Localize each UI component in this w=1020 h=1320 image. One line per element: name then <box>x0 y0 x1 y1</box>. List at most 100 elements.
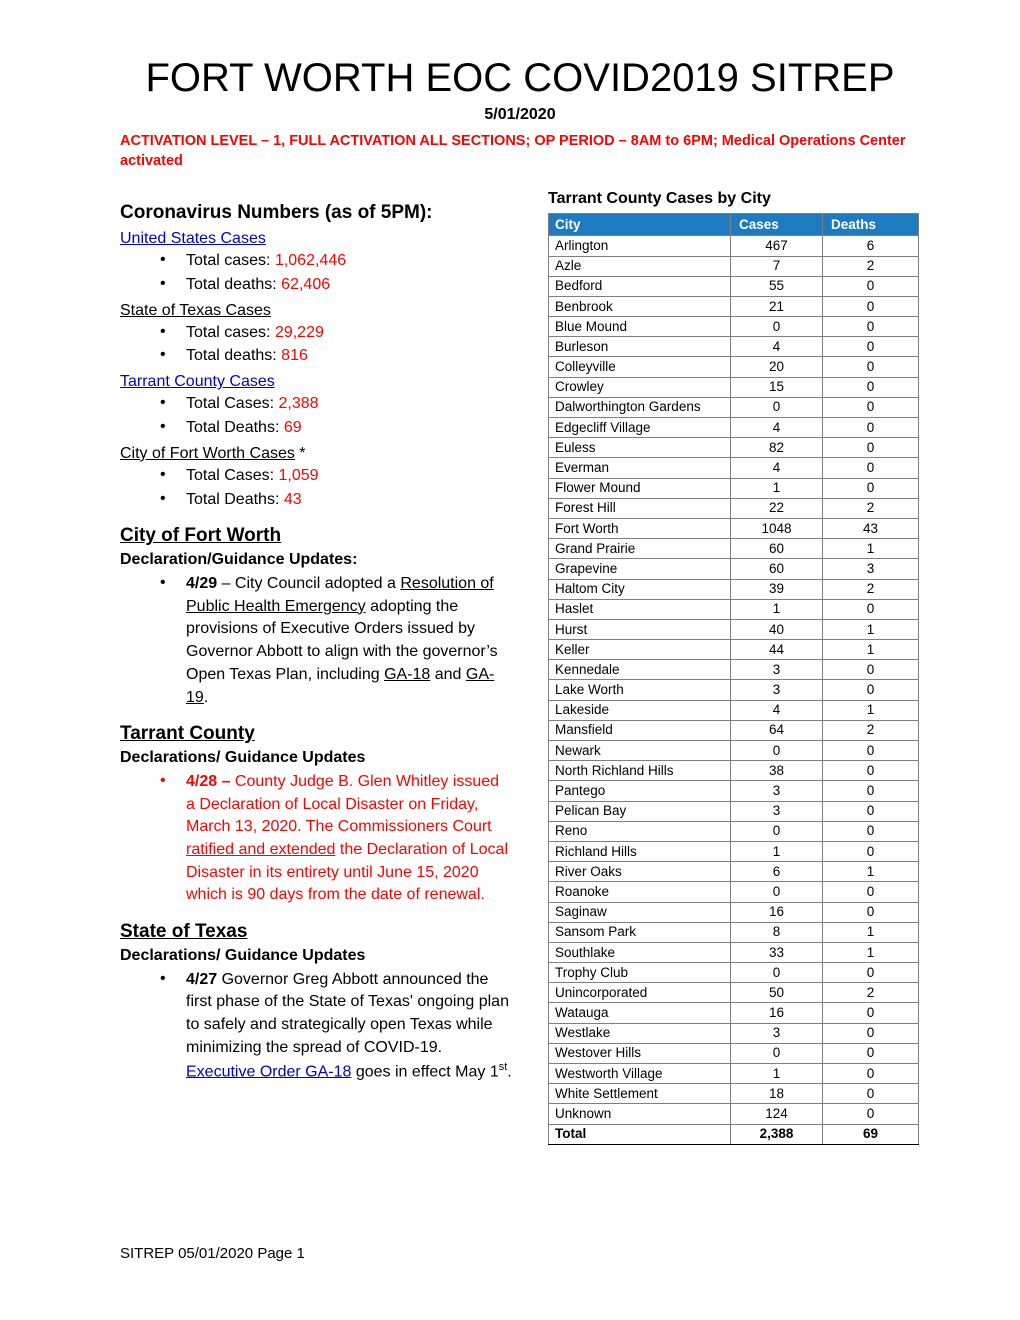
cell-cases: 3 <box>730 800 823 822</box>
stat-group-united-states: United States Cases Total cases: 1,062,4… <box>120 226 512 297</box>
united-states-cases-link[interactable]: United States Cases <box>120 227 266 250</box>
cell-deaths: 0 <box>822 820 919 842</box>
cell-cases: 1 <box>730 1062 823 1085</box>
stat-value: 816 <box>281 347 308 365</box>
stat-label: Total cases: <box>186 252 275 270</box>
cell-city: Bedford <box>548 275 731 297</box>
table-row-total: Total 2,388 69 <box>548 1123 919 1145</box>
cell-cases: 1048 <box>730 517 823 540</box>
section-heading-city-of-fort-worth: City of Fort Worth <box>120 525 282 547</box>
table-row: Haltom City 39 2 <box>548 578 919 600</box>
table-row: Watauga 16 0 <box>548 1002 919 1024</box>
cell-deaths: 0 <box>822 356 919 378</box>
cell-deaths: 0 <box>822 780 919 802</box>
table-row: River Oaks 6 1 <box>548 861 919 883</box>
update-date: 4/27 <box>186 970 218 988</box>
table-row: White Settlement 18 0 <box>548 1083 919 1105</box>
cell-deaths: 0 <box>822 336 919 358</box>
tarrant-county-stats: Total Cases: 2,388 Total Deaths: 69 <box>120 392 512 439</box>
table-row: Westlake 3 0 <box>548 1022 919 1044</box>
cell-city: Trophy Club <box>548 962 731 984</box>
cell-cases: 44 <box>730 639 823 661</box>
cell-cases: 33 <box>730 941 823 964</box>
cell-cases: 39 <box>730 578 823 600</box>
cell-cases: 16 <box>730 901 823 923</box>
table-row: Euless 82 0 <box>548 437 919 459</box>
cell-deaths: 1 <box>822 639 919 661</box>
cell-cases: 0 <box>730 1042 823 1065</box>
cell-deaths: 0 <box>822 396 919 419</box>
cell-city: Total <box>548 1123 731 1145</box>
column-header-city: City <box>548 213 731 237</box>
cell-deaths: 0 <box>822 316 919 338</box>
table-row: Trophy Club 0 0 <box>548 962 919 984</box>
table-row: Pantego 3 0 <box>548 780 919 802</box>
cell-city: Lakeside <box>548 699 731 721</box>
cell-deaths: 1 <box>822 861 919 883</box>
asterisk-marker: * <box>294 444 306 462</box>
state-of-texas-stats: Total cases: 29,229 Total deaths: 816 <box>120 321 512 368</box>
tarrant-county-cases-table: City Cases Deaths Arlington 467 6 Azle 7 2 Bed… <box>548 213 919 1145</box>
cell-cases: 4 <box>730 699 823 721</box>
cell-cases: 6 <box>730 861 823 883</box>
cell-city: Grapevine <box>548 558 731 580</box>
table-row: Everman 4 0 <box>548 457 919 479</box>
document-page: FORT WORTH EOC COVID2019 SITREP 5/01/202… <box>0 0 1020 1320</box>
cell-city: Azle <box>548 255 731 277</box>
cell-city: Flower Mound <box>548 477 731 499</box>
ga-18-link[interactable]: GA-18 <box>384 666 430 683</box>
table-row: Unknown 124 0 <box>548 1103 919 1125</box>
executive-order-ga-18-link[interactable]: Executive Order GA-18 <box>186 1063 351 1080</box>
page-title: FORT WORTH EOC COVID2019 SITREP <box>145 56 895 100</box>
cell-cases: 3 <box>730 679 823 701</box>
table-row: Richland Hills 1 0 <box>548 840 919 863</box>
cell-cases: 2,388 <box>730 1123 823 1145</box>
cell-deaths: 2 <box>822 719 919 742</box>
section-heading-tarrant-county: Tarrant County <box>120 723 255 745</box>
stat-value: 2,388 <box>278 395 319 413</box>
tarrant-county-cases-link[interactable]: Tarrant County Cases <box>120 370 275 393</box>
cell-city: Pantego <box>548 780 731 802</box>
table-row: North Richland Hills 38 0 <box>548 760 919 782</box>
cell-cases: 82 <box>730 437 823 459</box>
ratified-extended-text: ratified and extended <box>186 840 336 858</box>
table-row: Burleson 4 0 <box>548 336 919 358</box>
cell-city: Burleson <box>548 336 731 358</box>
cell-deaths: 1 <box>822 941 919 964</box>
stat-value: 43 <box>283 490 302 508</box>
list-item: Total deaths: 62,406 <box>120 273 512 297</box>
stat-label: Total deaths: <box>186 275 282 293</box>
cell-deaths: 2 <box>822 255 919 277</box>
cell-cases: 21 <box>730 295 823 318</box>
section-heading-state-of-texas: State of Texas <box>120 921 248 943</box>
united-states-stats: Total cases: 1,062,446 Total deaths: 62,… <box>120 249 512 297</box>
cell-city: Haslet <box>548 598 731 620</box>
cell-city: Fort Worth <box>548 517 731 540</box>
table-row: Dalworthington Gardens 0 0 <box>548 396 919 419</box>
list-item: 4/29 – City Council adopted a Resolution… <box>120 572 512 709</box>
table-row: Forest Hill 22 2 <box>548 497 919 519</box>
report-date: 5/01/2020 <box>484 106 556 123</box>
cell-cases: 8 <box>730 921 823 943</box>
cell-cases: 16 <box>730 1002 823 1024</box>
cell-city: Arlington <box>548 235 731 257</box>
cell-deaths: 0 <box>822 962 919 984</box>
update-text: Governor Greg Abbott announced the first… <box>186 970 509 1056</box>
update-text: . <box>203 688 209 706</box>
list-item: Total Cases: 2,388 <box>120 392 512 416</box>
cell-city: Edgecliff Village <box>548 416 731 439</box>
table-row: Blue Mound 0 0 <box>548 316 919 338</box>
cell-cases: 55 <box>730 275 823 297</box>
table-row: Lakeside 4 1 <box>548 699 919 721</box>
cell-city: Westworth Village <box>548 1062 731 1085</box>
cell-city: Pelican Bay <box>548 800 731 822</box>
list-item: Total cases: 1,062,446 <box>120 249 512 273</box>
cell-cases: 0 <box>730 396 823 419</box>
cell-city: White Settlement <box>548 1083 731 1105</box>
cell-deaths: 3 <box>822 558 919 580</box>
cell-city: Kennedale <box>548 659 731 681</box>
cell-city: North Richland Hills <box>548 760 731 782</box>
stat-value: 69 <box>283 419 302 437</box>
cell-city: Lake Worth <box>548 679 731 701</box>
county-declaration-subheading: Declarations/ Guidance Updates <box>120 748 366 766</box>
